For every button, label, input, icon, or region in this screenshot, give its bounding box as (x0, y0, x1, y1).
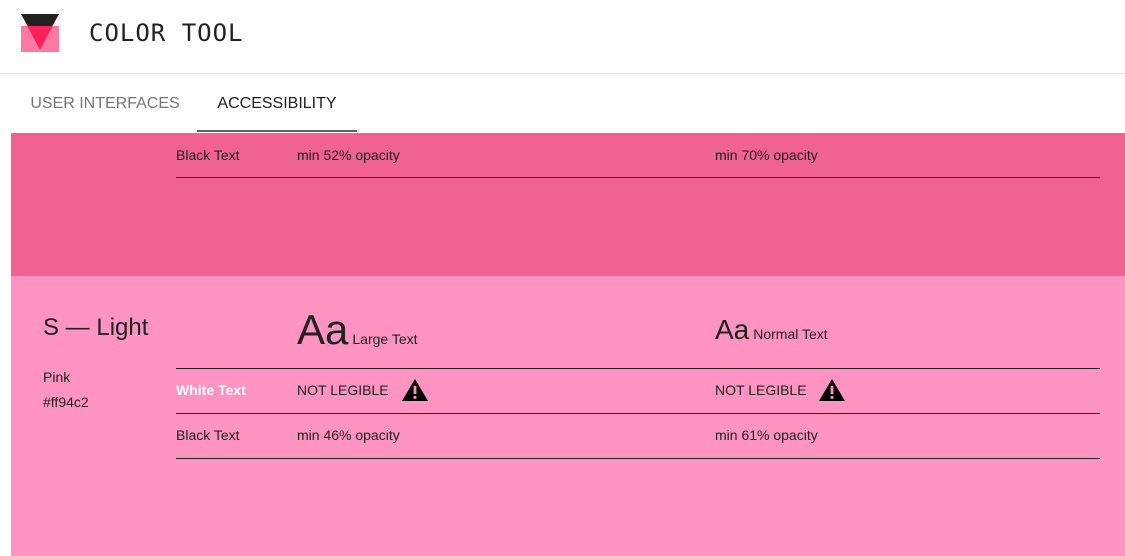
row-divider (176, 177, 1100, 178)
light-color-panel: S — Light Pink #ff94c2 Aa Large Text Aa No… (11, 276, 1125, 556)
black-text-large-opacity: min 52% opacity (297, 147, 400, 163)
warning-icon (402, 379, 428, 401)
swatch-title: S — Light (43, 314, 149, 341)
white-normal-status: NOT LEGIBLE (715, 382, 807, 398)
black-text-label: Black Text (176, 427, 240, 443)
normal-sample-glyph: Aa (715, 314, 750, 345)
tab-accessibility[interactable]: ACCESSIBILITY (197, 74, 357, 133)
black-text-normal-opacity: min 70% opacity (715, 147, 818, 163)
app-title: COLOR TOOL (89, 19, 244, 47)
black-text-normal-opacity: min 61% opacity (715, 427, 818, 443)
large-sample-glyph: Aa (297, 306, 349, 353)
app-header: COLOR TOOL (0, 0, 1125, 74)
row-divider (176, 413, 1100, 414)
large-sample-caption: Large Text (352, 331, 418, 347)
color-name: Pink (43, 369, 71, 385)
white-text-label: White Text (176, 382, 246, 398)
tab-bar: USER INTERFACES ACCESSIBILITY (0, 74, 1125, 133)
warning-icon (819, 379, 845, 401)
row-divider (176, 458, 1100, 459)
color-tool-logo (21, 14, 59, 52)
black-text-large-opacity: min 46% opacity (297, 427, 400, 443)
black-text-label: Black Text (176, 147, 240, 163)
primary-color-panel: Black Text min 52% opacity min 70% opaci… (11, 133, 1125, 276)
page-edge (0, 74, 11, 556)
color-hex: #ff94c2 (43, 394, 89, 410)
large-text-sample: Aa Large Text (297, 306, 418, 354)
active-tab-indicator (197, 130, 357, 132)
normal-text-sample: Aa Normal Text (715, 314, 828, 346)
tab-user-interfaces[interactable]: USER INTERFACES (14, 74, 196, 133)
row-divider (176, 368, 1100, 369)
normal-sample-caption: Normal Text (753, 326, 828, 342)
white-large-status: NOT LEGIBLE (297, 382, 389, 398)
